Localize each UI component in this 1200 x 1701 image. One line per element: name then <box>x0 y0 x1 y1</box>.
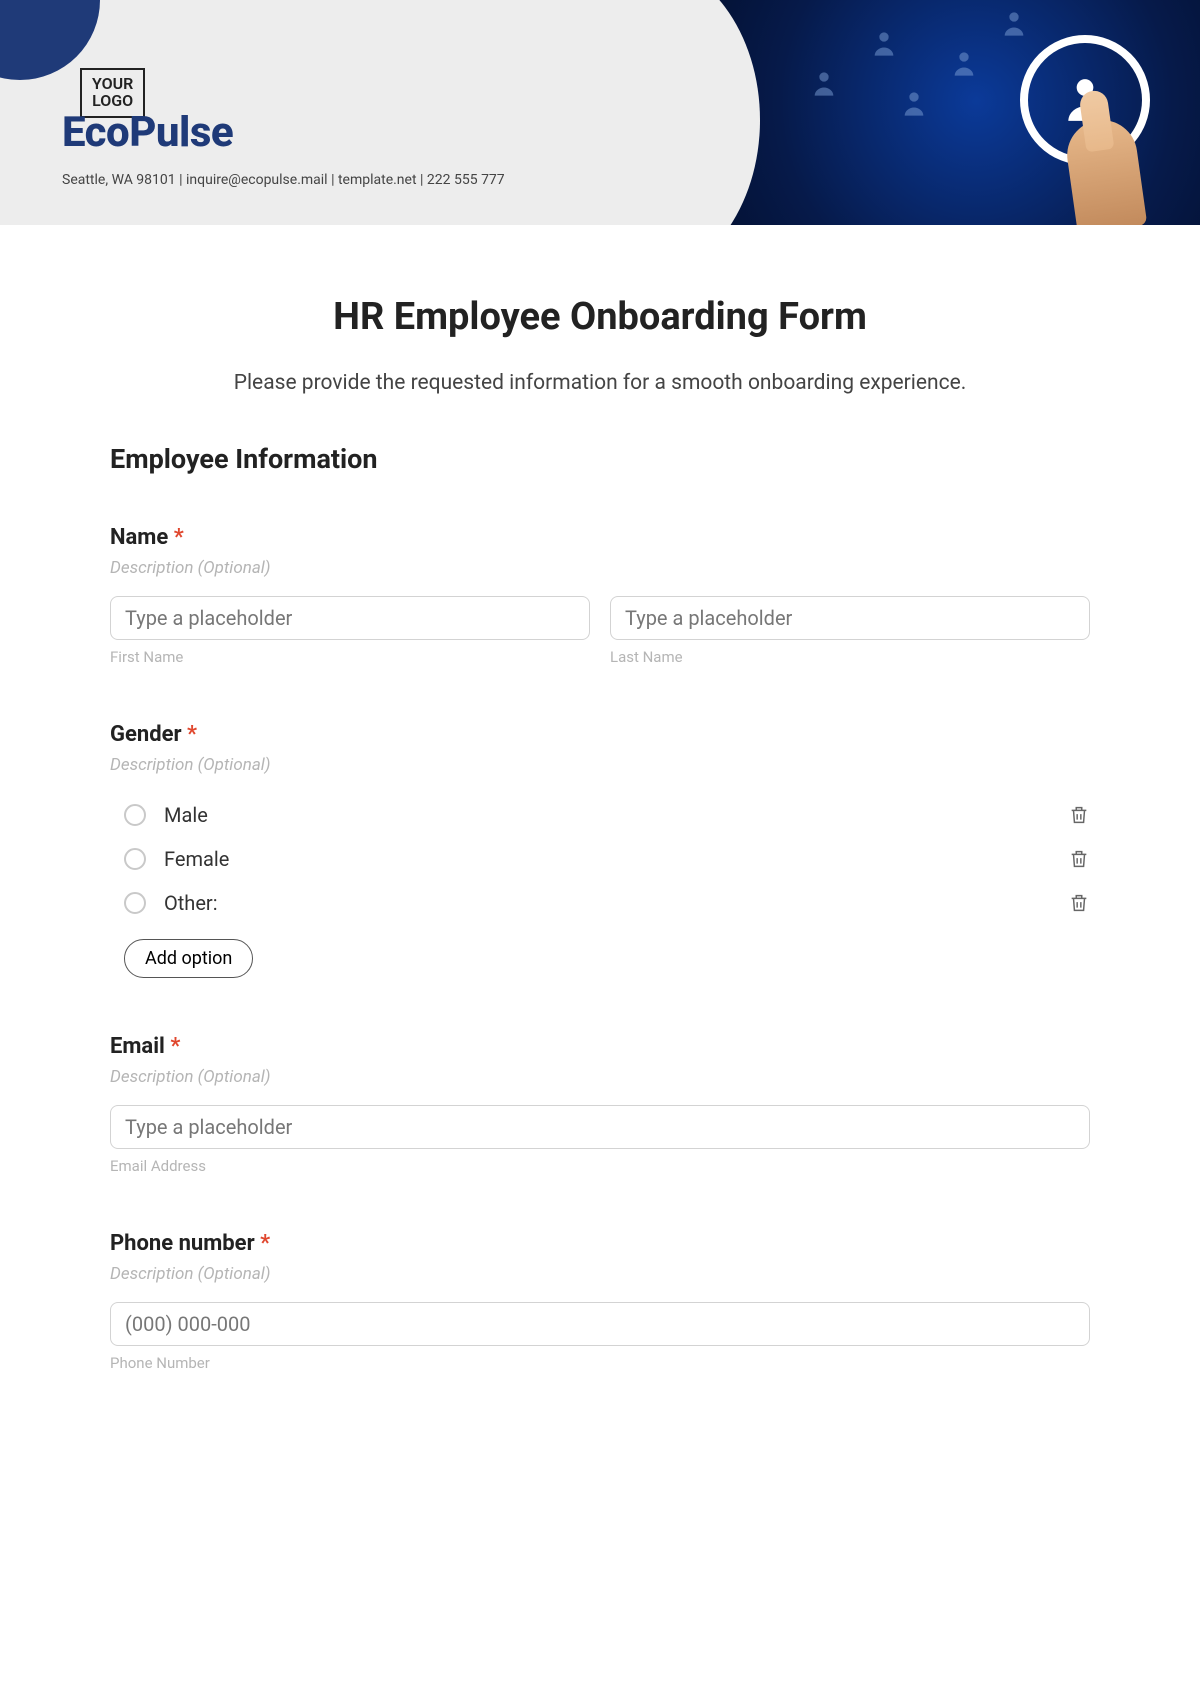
gender-option-label: Male <box>164 803 1068 827</box>
hero-image <box>640 0 1200 225</box>
email-input[interactable] <box>110 1105 1090 1149</box>
gender-option-female[interactable]: Female <box>110 837 1090 881</box>
intro-text: Please provide the requested information… <box>110 371 1090 395</box>
form-body: HR Employee Onboarding Form Please provi… <box>0 225 1200 1422</box>
gender-option-other[interactable]: Other: <box>110 881 1090 925</box>
required-mark: * <box>187 722 197 747</box>
trash-icon[interactable] <box>1068 804 1090 826</box>
name-label-text: Name <box>110 525 168 550</box>
hero-curve <box>640 0 760 225</box>
email-label-text: Email <box>110 1034 165 1059</box>
email-sublabel: Email Address <box>110 1157 1090 1175</box>
add-option-button[interactable]: Add option <box>124 939 253 978</box>
gender-label: Gender * <box>110 722 1090 747</box>
email-label: Email * <box>110 1034 1090 1059</box>
required-mark: * <box>260 1231 270 1256</box>
radio-icon <box>124 848 146 870</box>
email-description[interactable]: Description (Optional) <box>110 1067 1090 1087</box>
phone-label: Phone number * <box>110 1231 1090 1256</box>
gender-label-text: Gender <box>110 722 182 747</box>
radio-icon <box>124 892 146 914</box>
gender-option-label: Female <box>164 847 1068 871</box>
last-name-input[interactable] <box>610 596 1090 640</box>
required-mark: * <box>170 1034 180 1059</box>
brand-name: EcoPulse <box>62 108 233 157</box>
field-gender: Gender * Description (Optional) Male Fem… <box>110 722 1090 978</box>
last-name-sublabel: Last Name <box>610 648 1090 666</box>
trash-icon[interactable] <box>1068 892 1090 914</box>
radio-icon <box>124 804 146 826</box>
first-name-input[interactable] <box>110 596 590 640</box>
phone-sublabel: Phone Number <box>110 1354 1090 1372</box>
name-label: Name * <box>110 525 1090 550</box>
gender-description[interactable]: Description (Optional) <box>110 755 1090 775</box>
required-mark: * <box>174 525 184 550</box>
gender-option-label: Other: <box>164 891 1068 915</box>
page-title: HR Employee Onboarding Form <box>110 295 1090 339</box>
phone-description[interactable]: Description (Optional) <box>110 1264 1090 1284</box>
gender-option-male[interactable]: Male <box>110 793 1090 837</box>
field-name: Name * Description (Optional) First Name… <box>110 525 1090 666</box>
section-heading: Employee Information <box>110 443 1090 475</box>
field-email: Email * Description (Optional) Email Add… <box>110 1034 1090 1175</box>
contact-line: Seattle, WA 98101 | inquire@ecopulse.mai… <box>62 172 505 188</box>
trash-icon[interactable] <box>1068 848 1090 870</box>
first-name-sublabel: First Name <box>110 648 590 666</box>
page-header: YOUR LOGO EcoPulse Seattle, WA 98101 | i… <box>0 0 1200 225</box>
name-description[interactable]: Description (Optional) <box>110 558 1090 578</box>
field-phone: Phone number * Description (Optional) Ph… <box>110 1231 1090 1372</box>
phone-label-text: Phone number <box>110 1231 255 1256</box>
phone-input[interactable] <box>110 1302 1090 1346</box>
